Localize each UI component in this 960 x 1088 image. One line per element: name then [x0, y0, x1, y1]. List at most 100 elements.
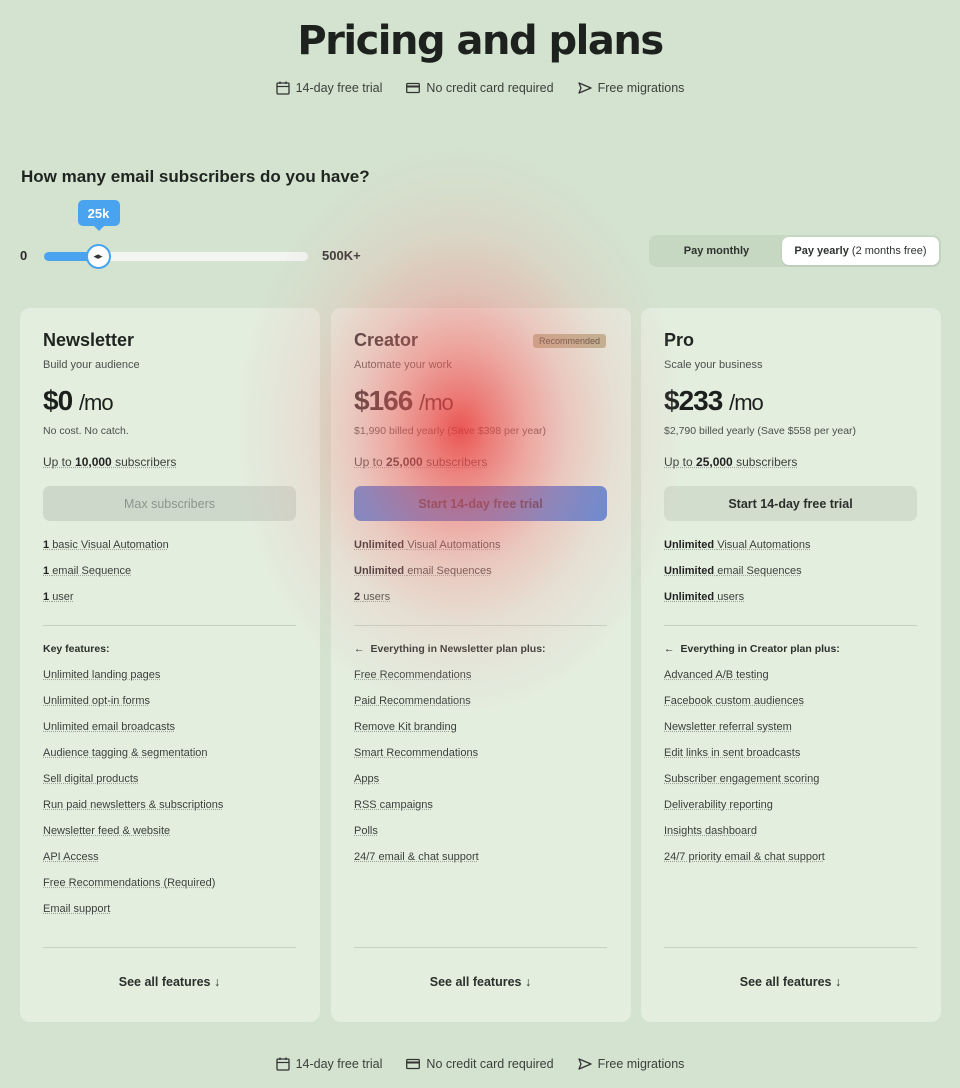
calendar-icon [275, 81, 290, 95]
feature-list: Advanced A/B testing Facebook custom audi… [664, 669, 918, 877]
feature-item: Paid Recommendations [354, 695, 471, 707]
feature-item: Smart Recommendations [354, 747, 479, 759]
feature-item: Polls [354, 825, 378, 837]
divider [664, 947, 917, 948]
start-trial-button-pro[interactable]: Start 14-day free trial [664, 486, 917, 521]
divider [43, 625, 296, 626]
slider-handle[interactable]: ◂▸ [85, 244, 111, 269]
feature-item: Email support [43, 903, 111, 915]
limit-item: Unlimited email Sequences [354, 565, 492, 577]
divider [354, 625, 607, 626]
plan-card-newsletter: Newsletter Build your audience $0 /mo No… [20, 308, 320, 1022]
feature-item: Facebook custom audiences [664, 695, 805, 707]
slider-min-label: 0 [20, 248, 28, 263]
arrow-down-icon: ↓ [834, 975, 842, 989]
plan-tagline: Build your audience [43, 359, 140, 371]
feature-item: 24/7 email & chat support [354, 851, 479, 863]
feature-item: Unlimited opt-in forms [43, 695, 150, 707]
divider [664, 625, 917, 626]
limit-item: 1 email Sequence [43, 565, 132, 577]
plan-name: Newsletter [43, 330, 135, 350]
feature-item: Remove Kit branding [354, 721, 457, 733]
calendar-icon [275, 1057, 290, 1071]
feature-item: Advanced A/B testing [664, 669, 769, 681]
send-icon [577, 1058, 592, 1070]
feature-list: Free Recommendations Paid Recommendations… [354, 669, 608, 877]
feature-item: Subscriber engagement scoring [664, 773, 820, 785]
see-all-features-link[interactable]: See all features ↓ [664, 975, 917, 989]
start-trial-button-creator[interactable]: Start 14-day free trial [354, 486, 607, 521]
feature-list: Unlimited landing pages Unlimited opt-in … [43, 669, 297, 929]
feature-heading: Key features: [43, 643, 110, 655]
feature-item: Sell digital products [43, 773, 139, 785]
feature-item: Unlimited email broadcasts [43, 721, 176, 733]
limit-item: 1 basic Visual Automation [43, 539, 169, 551]
feature-item: 24/7 priority email & chat support [664, 851, 825, 863]
pay-yearly-option[interactable]: Pay yearly (2 months free) [781, 237, 939, 265]
feature-item: Apps [354, 773, 380, 785]
perk-trial: 14-day free trial [275, 81, 382, 95]
slider-value-bubble: 25k [77, 200, 120, 231]
feature-heading: ← Everything in Newsletter plan plus: [354, 643, 546, 655]
feature-item: Edit links in sent broadcasts [664, 747, 801, 759]
plan-price: $0 /mo [43, 385, 114, 416]
plan-subscriber-limit: Up to 25,000 subscribers [354, 455, 488, 469]
limit-item: Unlimited Visual Automations [664, 539, 811, 551]
feature-item: Insights dashboard [664, 825, 757, 837]
feature-item: Newsletter referral system [664, 721, 792, 733]
arrow-left-icon: ← [354, 643, 365, 655]
subscriber-question: How many email subscribers do you have? [21, 167, 370, 186]
feature-item: Free Recommendations (Required) [43, 877, 216, 889]
feature-item: API Access [43, 851, 99, 863]
perks-top: 14-day free trial No credit card require… [0, 81, 960, 95]
send-icon [577, 82, 592, 94]
see-all-features-link[interactable]: See all features ↓ [354, 975, 607, 989]
subscriber-slider[interactable]: 0 ◂▸ 25k 500K+ [20, 200, 380, 270]
limit-item: 1 user [43, 591, 74, 603]
plan-limits: Unlimited Visual Automations Unlimited e… [664, 539, 918, 617]
plan-price-note: $1,990 billed yearly (Save $398 per year… [354, 425, 547, 437]
perk-no-card: No credit card required [406, 1057, 554, 1071]
plan-price-note: $2,790 billed yearly (Save $558 per year… [664, 425, 857, 437]
page-title: Pricing and plans [297, 18, 664, 64]
max-subscribers-button[interactable]: Max subscribers [43, 486, 296, 521]
arrow-down-icon: ↓ [524, 975, 532, 989]
feature-item: Free Recommendations [354, 669, 472, 681]
perks-bottom: 14-day free trial No credit card require… [0, 1057, 960, 1071]
pay-monthly-option[interactable]: Pay monthly [651, 237, 782, 265]
plan-limits: Unlimited Visual Automations Unlimited e… [354, 539, 608, 617]
plan-price: $166 /mo [354, 385, 454, 416]
perk-migrations: Free migrations [577, 1057, 684, 1071]
limit-item: Unlimited Visual Automations [354, 539, 501, 551]
plan-card-pro: Pro Scale your business $233 /mo $2,790 … [641, 308, 941, 1022]
plan-price: $233 /mo [664, 385, 764, 416]
divider [43, 947, 296, 948]
feature-item: Run paid newsletters & subscriptions [43, 799, 224, 811]
perk-trial: 14-day free trial [275, 1057, 382, 1071]
billing-toggle[interactable]: Pay monthly Pay yearly (2 months free) [649, 235, 941, 267]
arrow-down-icon: ↓ [213, 975, 221, 989]
credit-card-icon [406, 82, 421, 94]
plan-subscriber-limit: Up to 25,000 subscribers [664, 455, 798, 469]
limit-item: 2 users [354, 591, 391, 603]
feature-item: Deliverability reporting [664, 799, 773, 811]
plan-price-note: No cost. No catch. [43, 425, 129, 437]
feature-item: RSS campaigns [354, 799, 433, 811]
credit-card-icon [406, 1058, 421, 1070]
slider-max-label: 500K+ [322, 248, 361, 263]
recommended-badge: Recommended [532, 334, 606, 348]
plan-name: Pro [664, 330, 695, 350]
limit-item: Unlimited email Sequences [664, 565, 802, 577]
feature-heading: ← Everything in Creator plan plus: [664, 643, 840, 655]
plan-tagline: Scale your business [664, 359, 763, 371]
plan-tagline: Automate your work [354, 359, 452, 371]
limit-item: Unlimited users [664, 591, 745, 603]
divider [354, 947, 607, 948]
perk-migrations: Free migrations [577, 81, 684, 95]
feature-item: Newsletter feed & website [43, 825, 171, 837]
feature-item: Unlimited landing pages [43, 669, 161, 681]
slider-track[interactable] [44, 252, 308, 261]
see-all-features-link[interactable]: See all features ↓ [43, 975, 296, 989]
plan-limits: 1 basic Visual Automation 1 email Sequen… [43, 539, 297, 617]
plan-subscriber-limit: Up to 10,000 subscribers [43, 455, 177, 469]
